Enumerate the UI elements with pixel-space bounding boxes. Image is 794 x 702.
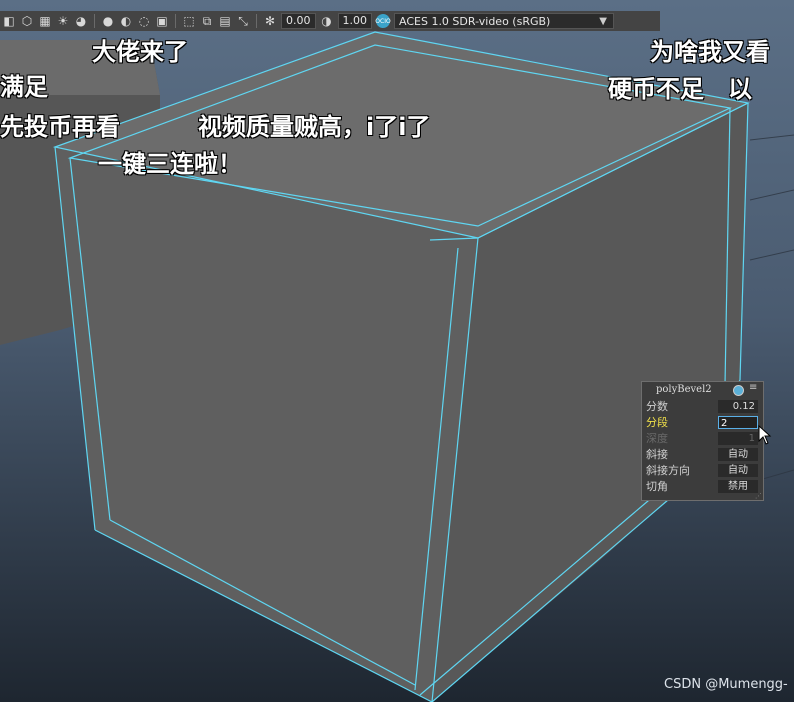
exposure-icon[interactable]: ✻ [263,14,277,28]
watermark: CSDN @Mumengg- [664,677,788,692]
danmaku-comment: 满足 [0,73,48,101]
gamma-field[interactable]: 1.00 [337,13,372,29]
view-transform-label: ACES 1.0 SDR-video (sRGB) [399,15,551,28]
motion-blur-icon[interactable]: ◐ [119,14,133,28]
mitering-field[interactable]: 自动 [718,448,758,461]
depth-field[interactable]: 1 [718,432,758,445]
wireframe-shaded-icon[interactable]: ⬡ [20,14,34,28]
danmaku-comment: 硬币不足 以 [608,75,752,103]
lighting-icon[interactable]: ☀ [56,14,70,28]
resize-grip-icon[interactable]: ⋰ [755,492,762,500]
isolate-select-icon[interactable]: ▣ [155,14,169,28]
xray-icon[interactable]: ⬚ [182,14,196,28]
panel-title: polyBevel2 [656,384,712,395]
mouse-cursor-icon [758,425,772,445]
toolbar-divider [175,14,176,28]
backface-icon[interactable]: ⤡ [236,14,250,28]
toolbar-divider [256,14,257,28]
row-segments: 分段 2 [646,415,760,430]
row-mitering: 斜接 自动 [646,447,760,462]
row-label: 切角 [646,480,668,493]
textured-icon[interactable]: ▦ [38,14,52,28]
fraction-field[interactable]: 0.12 [718,400,758,413]
shading-icon[interactable]: ◧ [2,14,16,28]
row-label: 斜接方向 [646,464,690,477]
danmaku-comment: 为啥我又看 [650,38,770,66]
miter-along-field[interactable]: 自动 [718,464,758,477]
segments-field[interactable]: 2 [718,416,758,429]
row-label: 分段 [646,416,668,429]
view-transform-select[interactable]: ACES 1.0 SDR-video (sRGB) ▼ [394,13,614,29]
row-label: 斜接 [646,448,668,461]
row-chamfer: 切角 禁用 [646,479,760,494]
danmaku-comment: 一键三连啦！ [98,150,242,178]
row-label: 分数 [646,400,668,413]
maya-viewport[interactable] [0,0,794,702]
viewport-toolbar: ◧ ⬡ ▦ ☀ ◕ ● ◐ ◌ ▣ ⬚ ⧉ ▤ ⤡ ✻ 0.00 ◑ 1.00 … [0,11,660,31]
danmaku-comment: 先投币再看 [0,113,120,141]
xray-joints-icon[interactable]: ⧉ [200,14,214,28]
row-fraction: 分数 0.12 [646,399,760,414]
row-depth: 深度 1 [646,431,760,446]
toolbar-divider [94,14,95,28]
polybevel-panel: polyBevel2 ≡ 分数 0.12 分段 2 深度 1 斜接 自动 斜接方… [641,381,764,501]
row-miter-along: 斜接方向 自动 [646,463,760,478]
color-management-icon[interactable]: OCIO [375,14,391,28]
danmaku-comment: 大佬来了 [92,38,188,66]
row-label: 深度 [646,432,668,445]
gamma-icon[interactable]: ◑ [320,14,334,28]
exposure-field[interactable]: 0.00 [281,13,316,29]
antialias-icon[interactable]: ◌ [137,14,151,28]
menu-icon[interactable]: ≡ [749,382,757,393]
node-icon[interactable] [733,385,744,396]
chamfer-field[interactable]: 禁用 [718,480,758,493]
xray-components-icon[interactable]: ▤ [218,14,232,28]
screen-space-ao-icon[interactable]: ● [101,14,115,28]
dropdown-arrow-icon: ▼ [599,16,607,27]
danmaku-comment: 视频质量贼高，i了i了 [198,113,431,141]
shadows-icon[interactable]: ◕ [74,14,88,28]
